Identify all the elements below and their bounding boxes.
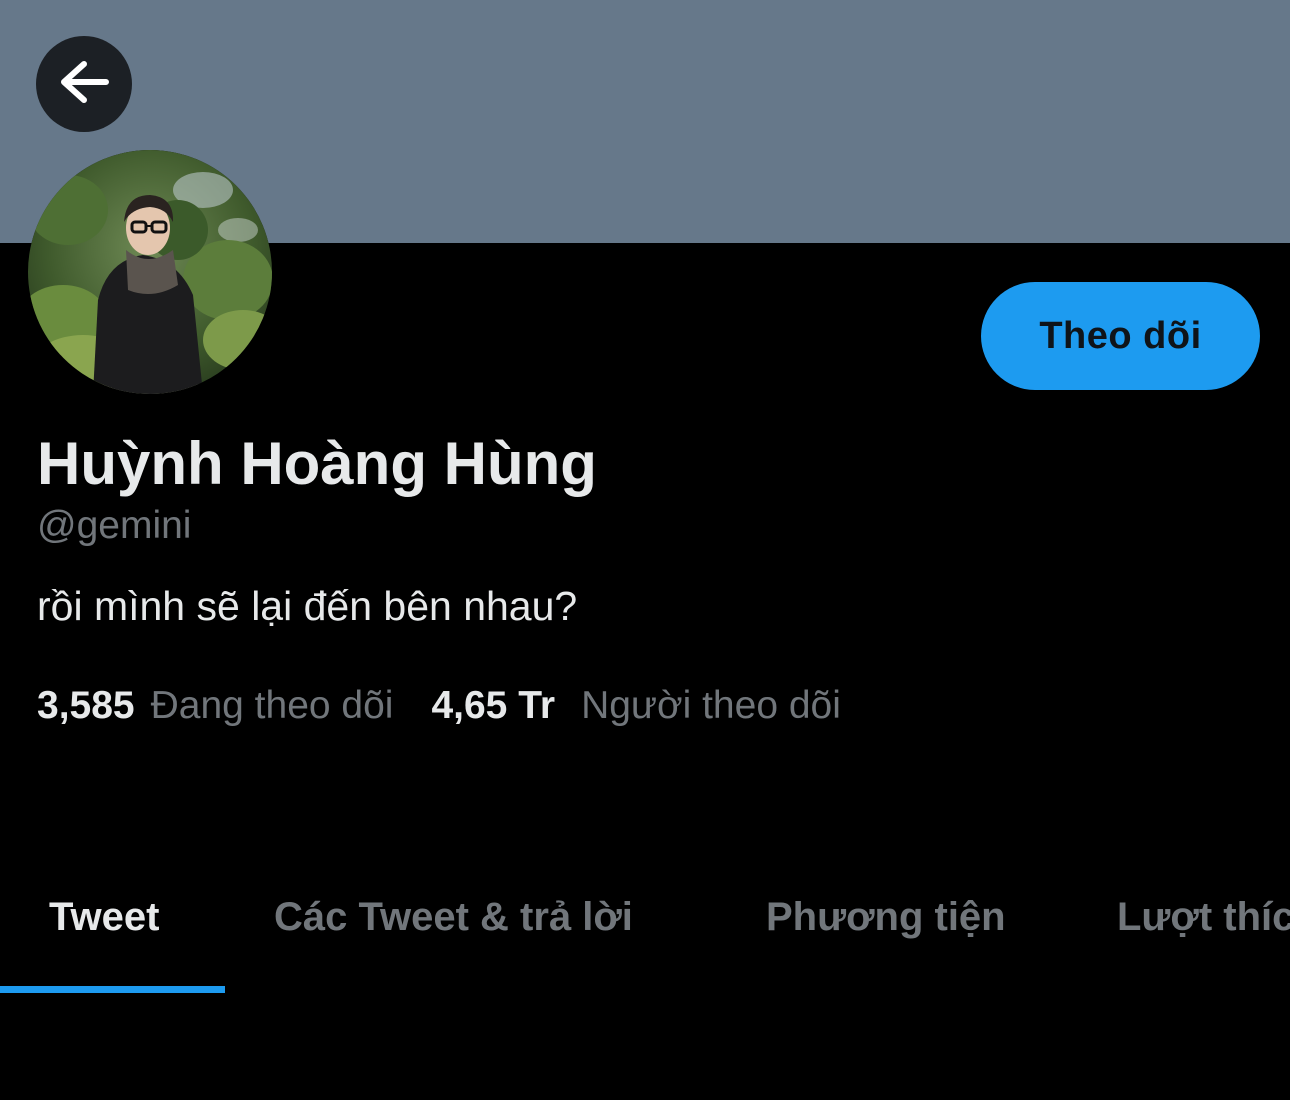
profile-stats: 3,585 Đang theo dõi 4,65 Tr Người theo dõi xyxy=(37,682,841,730)
display-name: Huỳnh Hoàng Hùng xyxy=(37,430,597,497)
following-link[interactable]: 3,585 Đang theo dõi xyxy=(37,682,393,730)
tab-tweets[interactable]: Tweet xyxy=(49,892,159,942)
follow-button[interactable]: Theo dõi xyxy=(981,282,1260,390)
followers-label: Người theo dõi xyxy=(581,684,841,727)
following-label: Đang theo dõi xyxy=(150,684,394,727)
user-handle: @gemini xyxy=(37,504,192,547)
active-tab-indicator xyxy=(0,986,225,993)
tab-media[interactable]: Phương tiện xyxy=(766,892,1006,942)
arrow-left-icon xyxy=(58,60,110,109)
back-button[interactable] xyxy=(36,36,132,132)
profile-bio: rồi mình sẽ lại đến bên nhau? xyxy=(37,583,578,629)
followers-count: 4,65 Tr xyxy=(431,684,556,727)
profile-page: Theo dõi Huỳnh Hoàng Hùng @gemini rồi mì… xyxy=(0,0,1290,1100)
followers-link[interactable]: 4,65 Tr Người theo dõi xyxy=(431,682,840,730)
avatar-photo xyxy=(28,150,272,394)
avatar[interactable] xyxy=(28,150,272,394)
tab-likes[interactable]: Lượt thích xyxy=(1117,892,1290,942)
profile-tabs: Tweet Các Tweet & trả lời Phương tiện Lư… xyxy=(0,860,1290,994)
tab-tweets-replies[interactable]: Các Tweet & trả lời xyxy=(274,892,633,942)
following-count: 3,585 xyxy=(37,684,135,727)
